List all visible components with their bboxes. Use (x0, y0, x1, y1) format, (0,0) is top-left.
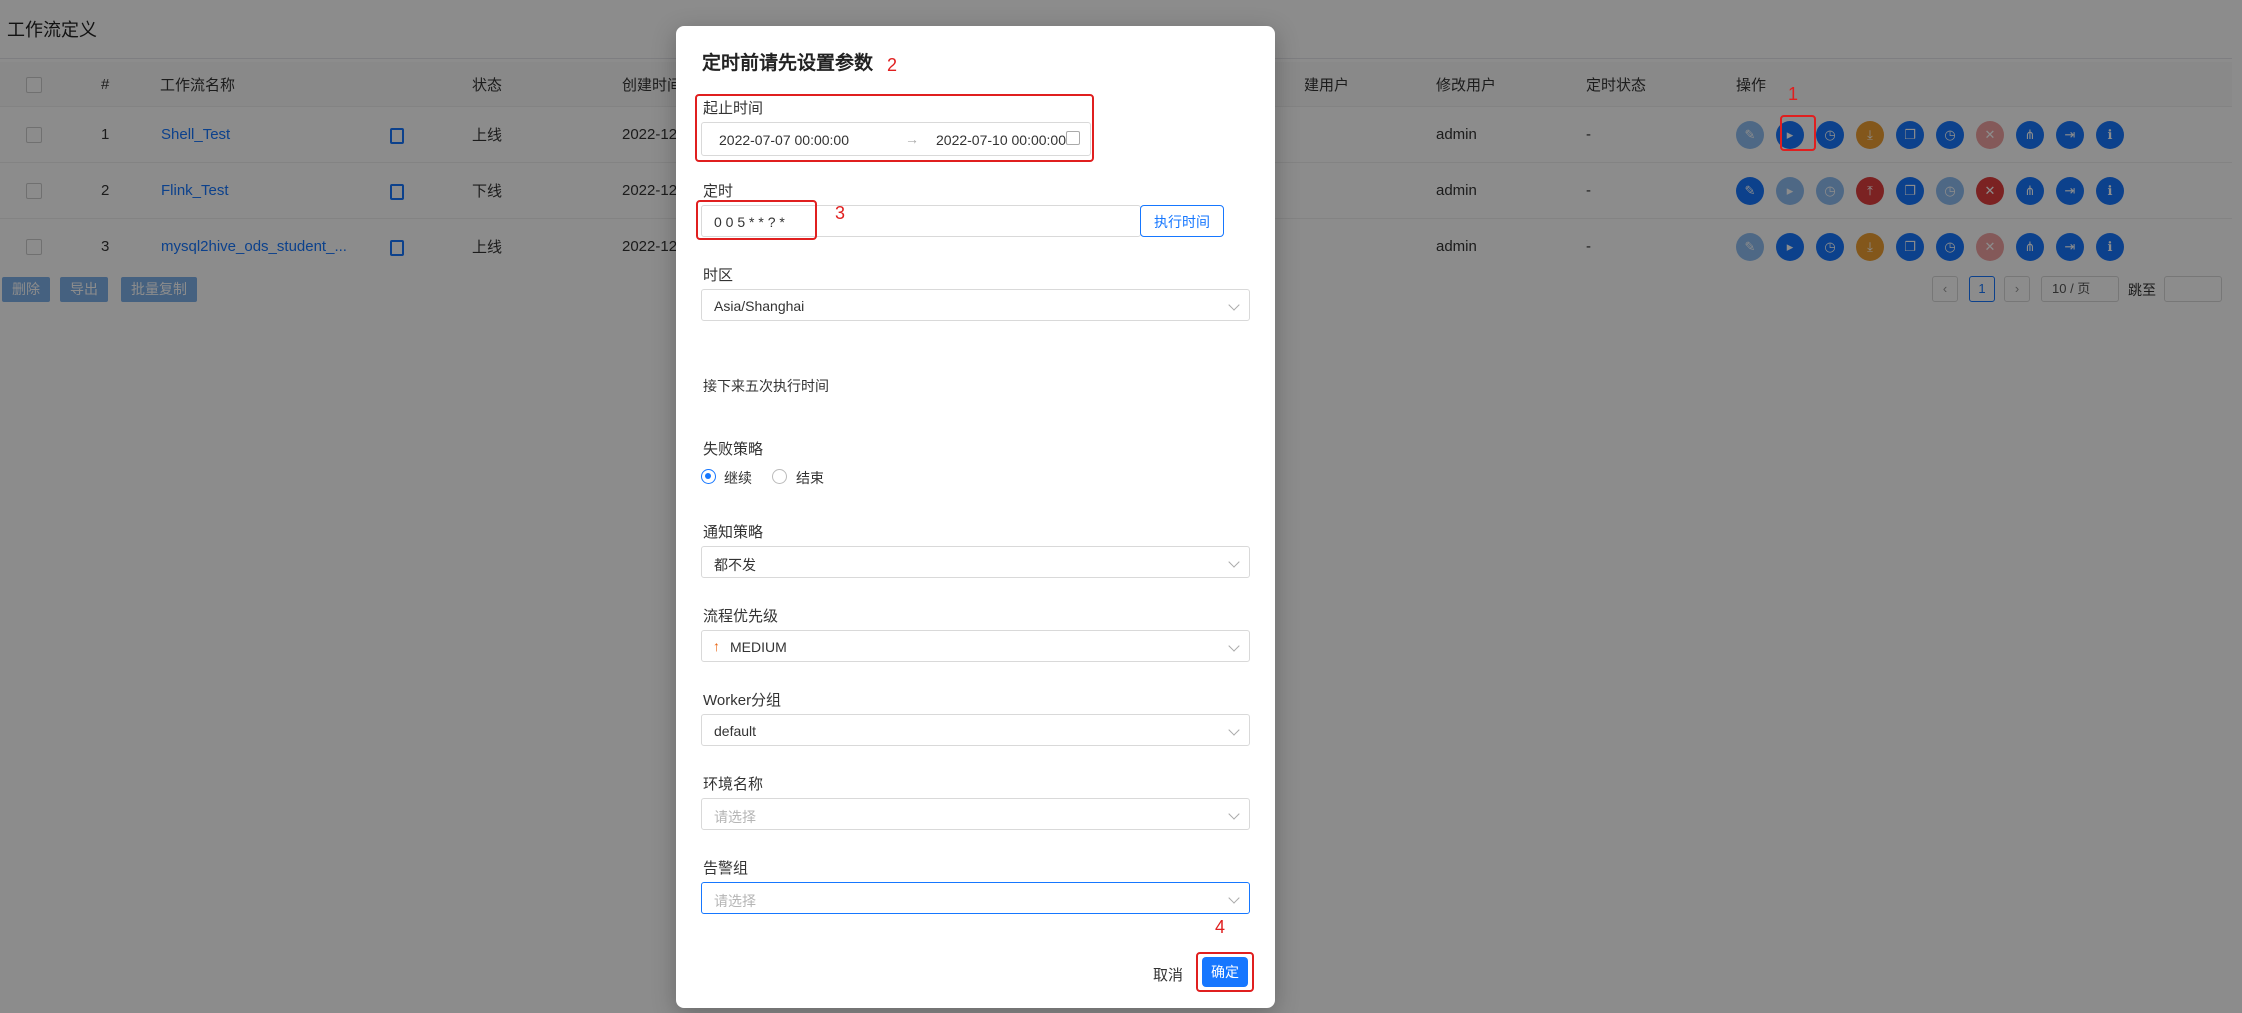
failure-end-label: 结束 (796, 470, 824, 486)
worker-group-label: Worker分组 (703, 692, 782, 709)
annotation-box-3 (696, 200, 817, 240)
chevron-down-icon (1228, 892, 1240, 904)
priority-label: 流程优先级 (703, 608, 779, 625)
annotation-label-3: 3 (835, 203, 846, 223)
priority-value: MEDIUM (730, 639, 787, 655)
alarm-group-select[interactable]: 请选择 (701, 882, 1250, 914)
annotation-label-2: 2 (887, 55, 898, 75)
annotation-box-1 (1780, 115, 1816, 151)
alarm-group-label: 告警组 (703, 860, 749, 877)
alarm-group-placeholder: 请选择 (714, 893, 756, 909)
notify-strategy-value: 都不发 (714, 557, 756, 573)
failure-end-radio[interactable] (772, 469, 787, 484)
annotation-label-4: 4 (1215, 917, 1226, 937)
annotation-box-2 (695, 94, 1094, 162)
worker-group-value: default (714, 723, 757, 739)
worker-group-select[interactable]: default (701, 714, 1250, 746)
priority-select[interactable]: ↑ MEDIUM (701, 630, 1250, 662)
chevron-down-icon (1228, 808, 1240, 820)
timing-label: 定时 (703, 183, 734, 200)
timezone-select[interactable]: Asia/Shanghai (701, 289, 1250, 321)
schedule-dialog: 定时前请先设置参数 起止时间 2022-07-07 00:00:00 → 202… (676, 26, 1275, 1008)
chevron-down-icon (1228, 556, 1240, 568)
chevron-down-icon (1228, 640, 1240, 652)
arrow-up-icon: ↑ (713, 638, 720, 654)
notify-strategy-select[interactable]: 都不发 (701, 546, 1250, 578)
annotation-label-1: 1 (1788, 84, 1799, 104)
timezone-value: Asia/Shanghai (714, 298, 805, 314)
annotation-box-4 (1196, 952, 1254, 992)
environment-label: 环境名称 (703, 776, 764, 793)
chevron-down-icon (1228, 724, 1240, 736)
dialog-title: 定时前请先设置参数 (702, 53, 874, 74)
environment-select[interactable]: 请选择 (701, 798, 1250, 830)
failure-continue-radio[interactable] (701, 469, 716, 484)
next-five-label: 接下来五次执行时间 (703, 378, 829, 394)
environment-placeholder: 请选择 (714, 809, 756, 825)
cancel-button[interactable]: 取消 (1153, 964, 1183, 985)
timezone-label: 时区 (703, 267, 734, 284)
execution-time-button[interactable]: 执行时间 (1140, 205, 1224, 237)
failure-strategy-label: 失败策略 (703, 441, 764, 458)
chevron-down-icon (1228, 299, 1240, 311)
failure-continue-label: 继续 (724, 470, 752, 486)
notify-strategy-label: 通知策略 (703, 524, 764, 541)
